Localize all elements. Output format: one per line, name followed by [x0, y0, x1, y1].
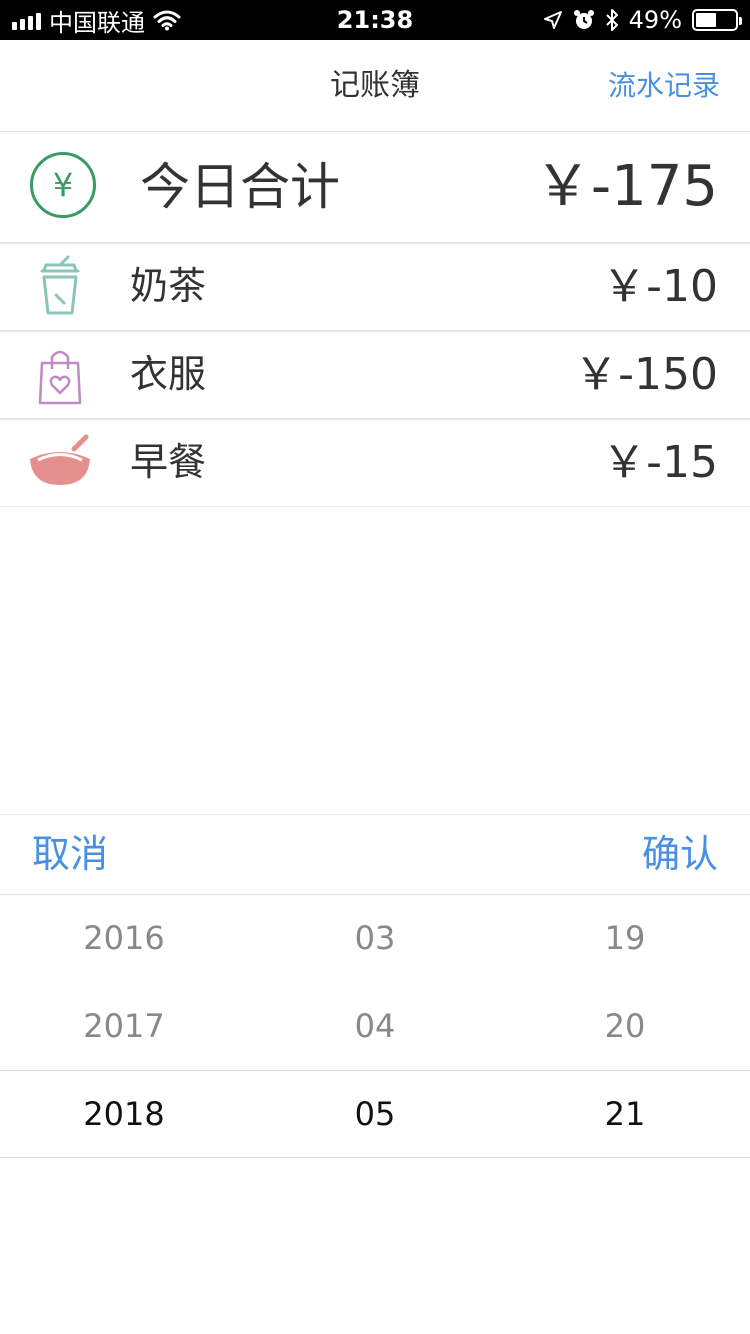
today-total-row: ¥ 今日合计 ￥-175 [0, 132, 750, 244]
location-arrow-icon [543, 11, 562, 29]
expense-item-amount: ￥-10 [602, 261, 718, 312]
expense-item-amount: ￥-15 [602, 437, 718, 488]
milk-tea-cup-icon [40, 255, 80, 315]
expense-item-clothes[interactable]: 衣服 ￥-150 [0, 331, 750, 420]
status-bar: 中国联通 21:38 49% [0, 0, 750, 40]
expense-item-label: 早餐 [130, 440, 207, 484]
year-option[interactable]: 2017 [24, 982, 224, 1070]
expense-item-label: 奶茶 [130, 264, 207, 308]
status-right: 49% [543, 0, 742, 40]
rice-bowl-icon [30, 434, 90, 485]
cancel-button[interactable]: 取消 [32, 815, 108, 894]
today-total-label: 今日合计 [140, 158, 340, 216]
day-option[interactable]: 19 [525, 894, 725, 982]
battery-icon [692, 9, 742, 31]
today-total-amount: ￥-175 [534, 154, 718, 219]
nav-bar: 记账簿 流水记录 [0, 40, 750, 132]
month-option[interactable]: 03 [275, 894, 475, 982]
expense-item-label: 衣服 [130, 352, 207, 396]
expense-item-breakfast[interactable]: 早餐 ￥-15 [0, 419, 750, 507]
transaction-history-link[interactable]: 流水记录 [608, 40, 720, 131]
expense-item-milk-tea[interactable]: 奶茶 ￥-10 [0, 243, 750, 332]
year-option[interactable]: 2016 [24, 894, 224, 982]
battery-percent: 49% [628, 6, 682, 34]
date-picker[interactable]: 2016 2017 2018 03 04 05 19 20 21 [0, 894, 750, 1158]
month-option[interactable]: 04 [275, 982, 475, 1070]
expense-item-amount: ￥-150 [574, 349, 718, 400]
yen-icon: ¥ [30, 152, 96, 218]
date-picker-toolbar: 取消 确认 [0, 814, 750, 895]
bluetooth-icon [605, 9, 618, 31]
shopping-bag-heart-icon [38, 350, 82, 405]
day-option[interactable]: 20 [525, 982, 725, 1070]
day-option-selected[interactable]: 21 [525, 1070, 725, 1158]
confirm-button[interactable]: 确认 [642, 815, 718, 894]
month-option-selected[interactable]: 05 [275, 1070, 475, 1158]
alarm-clock-icon [573, 10, 594, 29]
year-option-selected[interactable]: 2018 [24, 1070, 224, 1158]
